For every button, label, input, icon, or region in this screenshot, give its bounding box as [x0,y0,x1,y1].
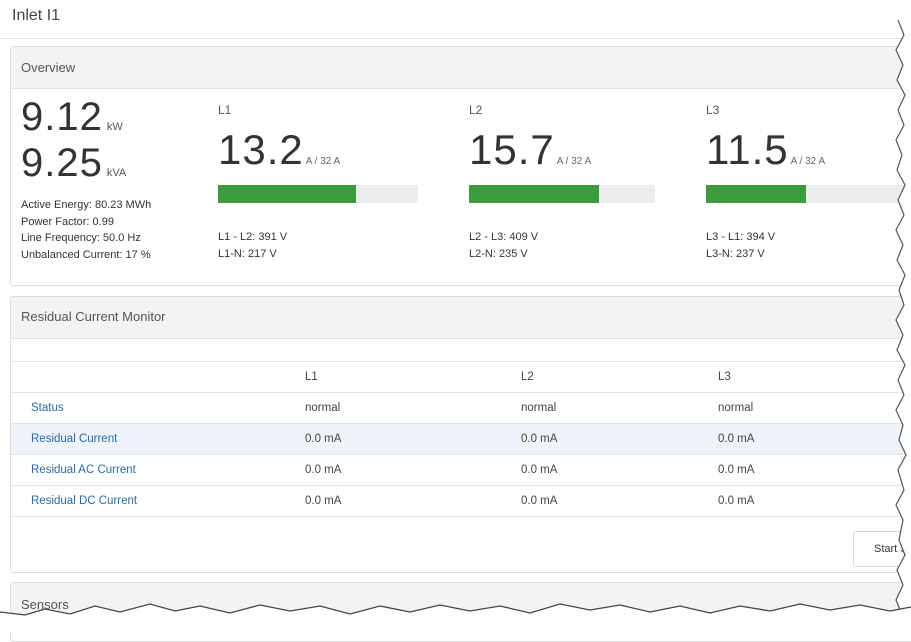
table-row: Residual DC Current 0.0 mA 0.0 mA 0.0 mA [11,485,911,517]
table-cell: normal [501,392,698,424]
power-factor: Power Factor: 0.99 [21,215,114,228]
column-header [11,361,285,393]
table-cell: normal [698,392,911,424]
apparent-power-unit: kVA [106,167,127,179]
phase-l3: L3 11.5 A / 32 A L3 - L1: 394 V L3-N: 23… [706,103,906,263]
table-header-row: L1 L2 L3 [11,361,911,393]
rcm-heading: Residual Current Monitor [11,297,911,339]
load-bar [469,185,655,203]
table-row: Residual AC Current 0.0 mA 0.0 mA 0.0 mA [11,454,911,486]
active-power-unit: kW [106,121,123,133]
inlet-stats: Active Energy: 80.23 MWh Power Factor: 0… [21,197,151,263]
title-divider [0,38,911,39]
phase-current: 15.7 [469,126,555,173]
active-power-value: 9.12 [21,95,103,139]
table-cell: 0.0 mA [285,485,501,517]
line-voltage: L1 - L2: 391 V [218,231,288,243]
apparent-power-value: 9.25 [21,141,103,185]
apparent-power: 9.25 kVA [21,143,126,183]
load-bar [706,185,906,203]
unbalanced-current: Unbalanced Current: 17 % [21,248,151,261]
neutral-voltage: L3-N: 237 V [706,248,765,260]
line-voltage: L3 - L1: 394 V [706,231,776,243]
page-title: Inlet I1 [12,7,61,24]
row-label-link[interactable]: Residual AC Current [11,454,285,486]
overview-heading: Overview [11,47,911,89]
row-label-link[interactable]: Residual Current [11,423,285,455]
column-header: L3 [698,361,911,393]
phase-label: L2 [469,103,483,117]
load-bar-fill [469,185,600,203]
overview-panel: Overview 9.12 kW 9.25 kVA Active Energy:… [10,46,911,286]
sensors-heading: Sensors [11,583,911,627]
table-cell: 0.0 mA [285,423,501,455]
phase-label: L1 [218,103,232,117]
table-cell: 0.0 mA [501,423,698,455]
neutral-voltage: L1-N: 217 V [218,248,277,260]
row-label-link[interactable]: Residual DC Current [11,485,285,517]
table-cell: 0.0 mA [698,423,911,455]
table-cell: 0.0 mA [501,454,698,486]
residual-current-panel: Residual Current Monitor L1 L2 L3 Status… [10,296,911,573]
table-cell: 0.0 mA [698,485,911,517]
sensors-panel: Sensors [10,582,911,642]
phase-max-current: A / 32 A [305,156,341,167]
neutral-voltage: L2-N: 235 V [469,248,528,260]
active-energy: Active Energy: 80.23 MWh [21,199,152,211]
table-cell: 0.0 mA [285,454,501,486]
load-bar-fill [706,185,806,203]
phase-max-current: A / 32 A [790,156,826,167]
table-row: Residual Current 0.0 mA 0.0 mA 0.0 mA [11,423,911,455]
active-power: 9.12 kW [21,97,126,137]
load-bar [218,185,418,203]
line-voltage: L2 - L3: 409 V [469,231,539,243]
power-summary: 9.12 kW 9.25 kVA [21,97,126,183]
phase-max-current: A / 32 A [556,156,592,167]
column-header: L1 [285,361,501,393]
phase-l2: L2 15.7 A / 32 A L2 - L3: 409 V L2-N: 23… [469,103,669,263]
line-frequency: Line Frequency: 50.0 Hz [21,232,141,244]
row-label-link[interactable]: Status [11,392,285,424]
phase-current: 13.2 [218,126,304,173]
rcm-table: L1 L2 L3 Status normal normal normal Res… [11,361,911,517]
table-cell: 0.0 mA [698,454,911,486]
phase-label: L3 [706,103,720,117]
start-self-test-button[interactable]: Start S [853,531,911,567]
phase-l1: L1 13.2 A / 32 A L1 - L2: 391 V L1-N: 21… [218,103,418,263]
table-cell: normal [285,392,501,424]
table-row: Status normal normal normal [11,392,911,424]
table-cell: 0.0 mA [501,485,698,517]
column-header: L2 [501,361,698,393]
phase-current: 11.5 [706,126,789,173]
load-bar-fill [218,185,356,203]
